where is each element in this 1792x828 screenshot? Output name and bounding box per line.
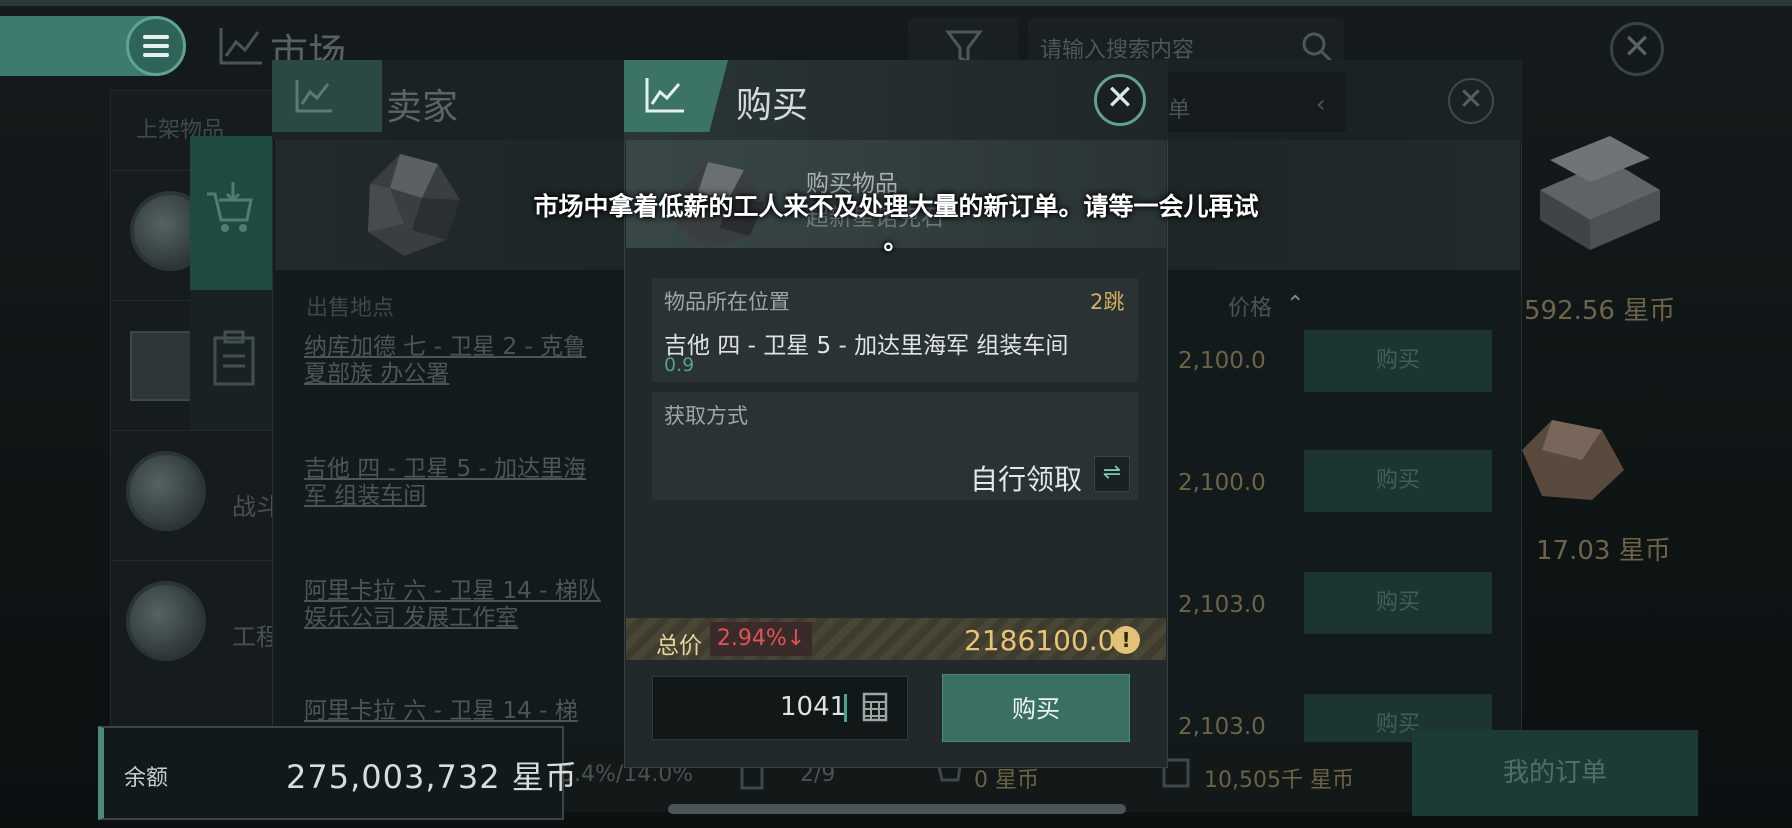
arrow-down-icon: ↓ xyxy=(786,626,806,651)
buy-modal-title: 购买 xyxy=(736,85,809,126)
order-dropdown-label: 单 xyxy=(1168,98,1191,123)
buy-button[interactable]: 购买 xyxy=(1304,450,1492,512)
cart-icon[interactable] xyxy=(205,180,255,236)
market-screen: 市场 请输入搜索内容 ✕ 上架物品 战斗 工程 卖家 出售地点 价格 ⌃ 纳库加… xyxy=(0,0,1792,828)
method-label: 获取方式 xyxy=(664,404,748,428)
seller-location-link[interactable]: 纳库加德 七 - 卫星 2 - 克鲁夏部族 办公署 xyxy=(304,334,604,388)
menu-icon-bar xyxy=(143,35,169,39)
close-icon[interactable]: ✕ xyxy=(1610,22,1664,76)
calculator-icon[interactable] xyxy=(862,692,888,722)
seller-price: 2,103.0 xyxy=(1178,714,1266,740)
price-change-value: 2.94% xyxy=(716,626,787,651)
menu-button[interactable] xyxy=(126,16,186,76)
seller-price: 2,103.0 xyxy=(1178,592,1266,618)
item-icon xyxy=(126,451,206,531)
market-chart-icon xyxy=(295,80,332,113)
toast-line: 市场中拿着低薪的工人来不及处理大量的新订单。请等一会儿再试 xyxy=(533,192,1259,221)
clipboard-icon[interactable] xyxy=(212,330,256,386)
ingot-image xyxy=(1540,136,1660,250)
seller-location-link[interactable]: 吉他 四 - 卫星 5 - 加达里海军 组装车间 xyxy=(304,456,604,510)
balance-label: 余额 xyxy=(124,766,169,791)
security-status: 0.9 xyxy=(664,354,695,376)
ore-image xyxy=(1522,420,1624,500)
item-price: 17.03 星币 xyxy=(1536,536,1671,566)
order-value: 10,505千 星币 xyxy=(1204,768,1354,793)
price-change-badge: 2.94%↓ xyxy=(710,622,812,656)
seller-price: 2,100.0 xyxy=(1178,348,1266,374)
buy-button[interactable]: 购买 xyxy=(1304,330,1492,392)
location-label: 物品所在位置 xyxy=(664,290,790,314)
menu-icon-bar xyxy=(143,44,169,48)
location-value: 吉他 四 - 卫星 5 - 加达里海军 组装车间 xyxy=(664,333,1069,359)
close-icon[interactable]: ✕ xyxy=(1448,78,1494,124)
close-icon[interactable]: ✕ xyxy=(1094,74,1146,126)
chevron-left-icon[interactable]: ‹ xyxy=(1316,90,1326,118)
toast-line: 。 xyxy=(883,226,909,255)
seller-price: 2,100.0 xyxy=(1178,470,1266,496)
method-value: 自行领取 xyxy=(970,463,1083,496)
balance-value: 275,003,732 星币 xyxy=(286,758,578,796)
market-chart-icon xyxy=(219,28,262,65)
location-column-header: 出售地点 xyxy=(306,296,395,321)
quantity-value: 1041 xyxy=(780,692,847,722)
my-orders-button[interactable]: 我的订单 xyxy=(1412,730,1698,816)
warning-icon[interactable]: ! xyxy=(1112,626,1140,654)
swap-icon[interactable]: ⇌ xyxy=(1094,456,1130,492)
text-cursor xyxy=(844,694,847,722)
buy-button[interactable]: 购买 xyxy=(1304,572,1492,634)
item-price: 592.56 星币 xyxy=(1524,296,1676,326)
ore-image xyxy=(368,154,460,256)
item-icon xyxy=(126,581,206,661)
scrollbar[interactable] xyxy=(668,804,1126,814)
seller-location-link[interactable]: 阿里卡拉 六 - 卫星 14 - 梯队娱乐公司 发展工作室 xyxy=(304,578,604,632)
top-border xyxy=(0,0,1792,6)
total-value: 2186100.0 xyxy=(964,624,1116,657)
total-label: 总价 xyxy=(656,633,702,659)
jump-count: 2跳 xyxy=(1090,290,1125,314)
market-chart-icon xyxy=(645,78,684,113)
price-column-header[interactable]: 价格 xyxy=(1228,290,1272,322)
seller-location-link[interactable]: 阿里卡拉 六 - 卫星 14 - 梯 xyxy=(304,698,604,726)
search-icon[interactable] xyxy=(1300,30,1334,64)
toast-message: 市场中拿着低薪的工人来不及处理大量的新订单。请等一会儿再试 。 xyxy=(500,190,1292,258)
seller-title: 卖家 xyxy=(386,87,459,128)
confirm-buy-button[interactable]: 购买 xyxy=(942,674,1130,742)
caret-up-icon[interactable]: ⌃ xyxy=(1286,292,1304,317)
menu-icon-bar xyxy=(143,53,169,57)
